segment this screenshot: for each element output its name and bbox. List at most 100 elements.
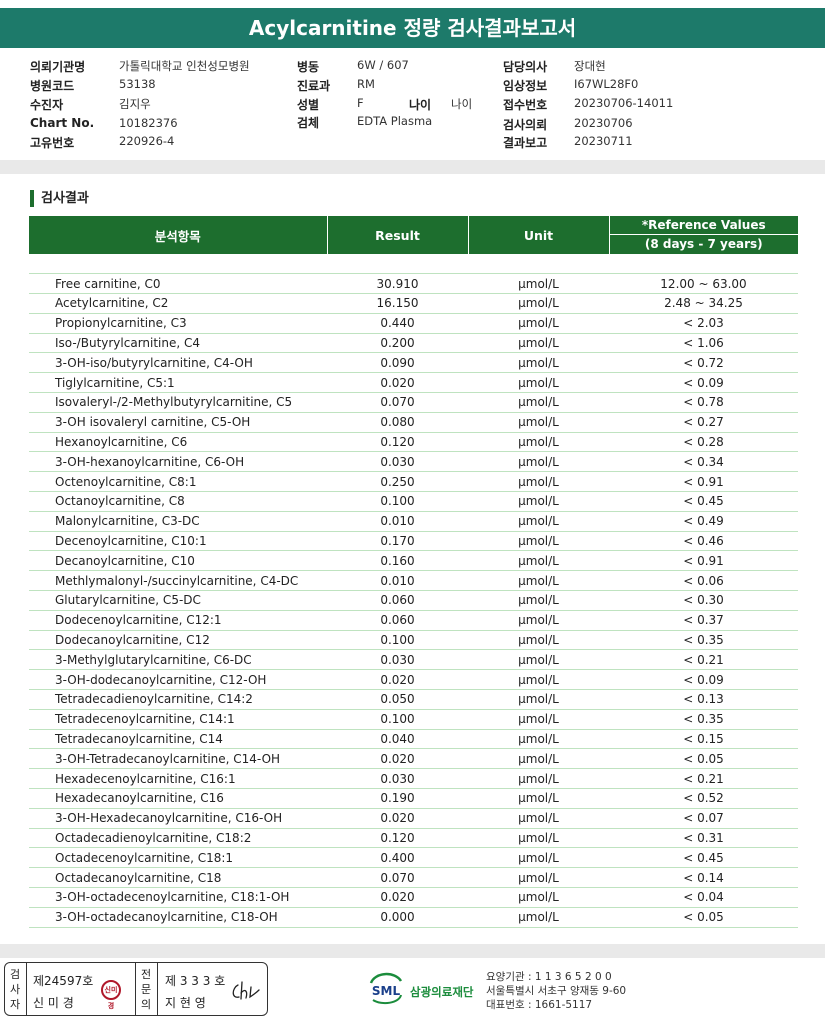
table-row: Tetradecenoylcarnitine, C14:1 0.100 μmol/L… xyxy=(29,709,798,730)
analyte-name: Methlymalonyl-/succinylcarnitine, C4-DC xyxy=(29,570,327,592)
result-value: 0.100 xyxy=(327,630,468,651)
result-value: 0.400 xyxy=(327,847,468,869)
result-value: 0.440 xyxy=(327,313,468,334)
value-ward: 6W / 607 xyxy=(357,58,409,72)
separator-band xyxy=(0,160,825,174)
analyte-name: Decenoylcarnitine, C10:1 xyxy=(29,531,327,552)
analyte-name: 3-OH-octadecanoylcarnitine, C18-OH xyxy=(29,907,327,928)
unit-value: μmol/L xyxy=(468,550,609,572)
reference-value: < 0.49 xyxy=(609,511,798,532)
table-row: Acetylcarnitine, C2 16.150 μmol/L 2.48 ~ 34… xyxy=(29,293,798,314)
specialist-label: 전문의 xyxy=(140,968,152,1011)
divider xyxy=(135,963,136,1015)
reference-value: < 0.35 xyxy=(609,709,798,730)
table-row: Octadecenoylcarnitine, C18:1 0.400 μmol/L <… xyxy=(29,847,798,869)
label-report-date: 결과보고 xyxy=(503,136,548,150)
reference-value: < 1.06 xyxy=(609,333,798,354)
value-patient: 김지우 xyxy=(119,97,151,111)
reference-value: < 0.37 xyxy=(609,610,798,631)
analyte-name: Tetradecenoylcarnitine, C14:1 xyxy=(29,709,327,730)
analyte-name: Tetradecanoylcarnitine, C14 xyxy=(29,729,327,750)
reference-value: < 0.46 xyxy=(609,531,798,552)
reference-value: < 0.78 xyxy=(609,392,798,413)
reference-value: < 0.14 xyxy=(609,867,798,888)
examiner-license-no: 제24597호 xyxy=(33,974,94,988)
result-value: 0.100 xyxy=(327,491,468,512)
reference-value: 12.00 ~ 63.00 xyxy=(609,273,798,295)
analyte-name: 3-OH-dodecanoylcarnitine, C12-OH xyxy=(29,669,327,691)
org-info: 요양기관 : 1 1 3 6 5 2 0 0 서울특별시 서초구 양재동 9-6… xyxy=(486,970,626,1012)
label-patient: 수진자 xyxy=(30,98,64,112)
value-report-date: 20230711 xyxy=(574,134,633,148)
bottom-band xyxy=(0,944,825,958)
reference-value: < 0.04 xyxy=(609,887,798,908)
table-row: Isovaleryl-/2-Methylbutyrylcarnitine, C5… xyxy=(29,392,798,413)
result-value: 0.160 xyxy=(327,550,468,572)
unit-value: μmol/L xyxy=(468,491,609,512)
label-chart-no: Chart No. xyxy=(30,116,95,130)
unit-value: μmol/L xyxy=(468,729,609,750)
reference-value: < 0.13 xyxy=(609,689,798,710)
result-value: 0.120 xyxy=(327,828,468,849)
header-reference-range: (8 days - 7 years) xyxy=(644,237,763,251)
unit-value: μmol/L xyxy=(468,867,609,888)
analyte-name: Dodecanoylcarnitine, C12 xyxy=(29,630,327,651)
unit-value: μmol/L xyxy=(468,847,609,869)
value-hospital-name: 가톨릭대학교 인천성모병원 xyxy=(119,59,250,73)
label-request-date: 검사의뢰 xyxy=(503,118,548,132)
reference-value: < 0.91 xyxy=(609,471,798,493)
label-hospital-code: 병원코드 xyxy=(30,79,75,93)
analyte-name: Glutarylcarnitine, C5-DC xyxy=(29,590,327,611)
analyte-name: 3-OH-iso/butyrylcarnitine, C4-OH xyxy=(29,352,327,374)
analyte-name: 3-OH-Hexadecanoylcarnitine, C16-OH xyxy=(29,808,327,829)
table-row: 3-OH-dodecanoylcarnitine, C12-OH 0.020 μmo… xyxy=(29,669,798,691)
reference-value: < 0.09 xyxy=(609,669,798,691)
analyte-name: Hexanoylcarnitine, C6 xyxy=(29,432,327,453)
value-hospital-code: 53138 xyxy=(119,77,156,91)
analyte-name: Malonylcarnitine, C3-DC xyxy=(29,511,327,532)
reference-value: < 0.52 xyxy=(609,788,798,809)
divider xyxy=(26,963,27,1015)
result-value: 0.020 xyxy=(327,748,468,770)
table-row: Free carnitine, C0 30.910 μmol/L 12.00 ~ 63… xyxy=(29,273,798,295)
value-clinical-info: I67WL28F0 xyxy=(574,77,639,91)
label-ward: 병동 xyxy=(297,60,320,74)
report-title: Acylcarnitine 정량 검사결과보고서 xyxy=(0,8,825,48)
signature-icon xyxy=(232,981,260,1000)
reference-value: < 2.03 xyxy=(609,313,798,334)
reference-value: < 0.09 xyxy=(609,372,798,394)
header-reference: *Reference Values (8 days - 7 years) xyxy=(609,216,798,254)
analyte-name: 3-OH-hexanoylcarnitine, C6-OH xyxy=(29,451,327,473)
unit-value: μmol/L xyxy=(468,471,609,493)
table-row: Tetradecadienoylcarnitine, C14:2 0.050 μmo… xyxy=(29,689,798,710)
reference-value: < 0.27 xyxy=(609,412,798,433)
analyte-name: Propionylcarnitine, C3 xyxy=(29,313,327,334)
unit-value: μmol/L xyxy=(468,748,609,770)
unit-value: μmol/L xyxy=(468,511,609,532)
table-row: Tiglylcarnitine, C5:1 0.020 μmol/L < 0.09 xyxy=(29,372,798,394)
unit-value: μmol/L xyxy=(468,372,609,394)
examiner-stamp-icon: 신미경 xyxy=(101,980,121,1010)
result-value: 0.070 xyxy=(327,867,468,888)
reference-value: < 0.21 xyxy=(609,768,798,790)
unit-value: μmol/L xyxy=(468,649,609,671)
result-value: 0.200 xyxy=(327,333,468,354)
table-row: Octanoylcarnitine, C8 0.100 μmol/L < 0.45 xyxy=(29,491,798,512)
value-sex: F xyxy=(357,96,364,110)
result-value: 0.080 xyxy=(327,412,468,433)
org-code: 요양기관 : 1 1 3 6 5 2 0 0 xyxy=(486,971,612,983)
analyte-name: 3-OH-octadecenoylcarnitine, C18:1-OH xyxy=(29,887,327,908)
reference-value: < 0.91 xyxy=(609,550,798,572)
unit-value: μmol/L xyxy=(468,531,609,552)
value-department: RM xyxy=(357,77,375,91)
examiner-name: 신 미 경 xyxy=(33,996,74,1010)
unit-value: μmol/L xyxy=(468,907,609,928)
patient-info: 의뢰기관명 가톨릭대학교 인천성모병원 병원코드 53138 수진자 김지우 C… xyxy=(0,56,825,152)
results-table: 분석항목 Result Unit *Reference Values (8 da… xyxy=(29,216,798,928)
result-value: 0.060 xyxy=(327,610,468,631)
analyte-name: Octadecenoylcarnitine, C18:1 xyxy=(29,847,327,869)
header-unit: Unit xyxy=(468,216,610,254)
result-value: 0.010 xyxy=(327,511,468,532)
analyte-name: Tetradecadienoylcarnitine, C14:2 xyxy=(29,689,327,710)
table-row: Hexadecenoylcarnitine, C16:1 0.030 μmol/L <… xyxy=(29,768,798,790)
